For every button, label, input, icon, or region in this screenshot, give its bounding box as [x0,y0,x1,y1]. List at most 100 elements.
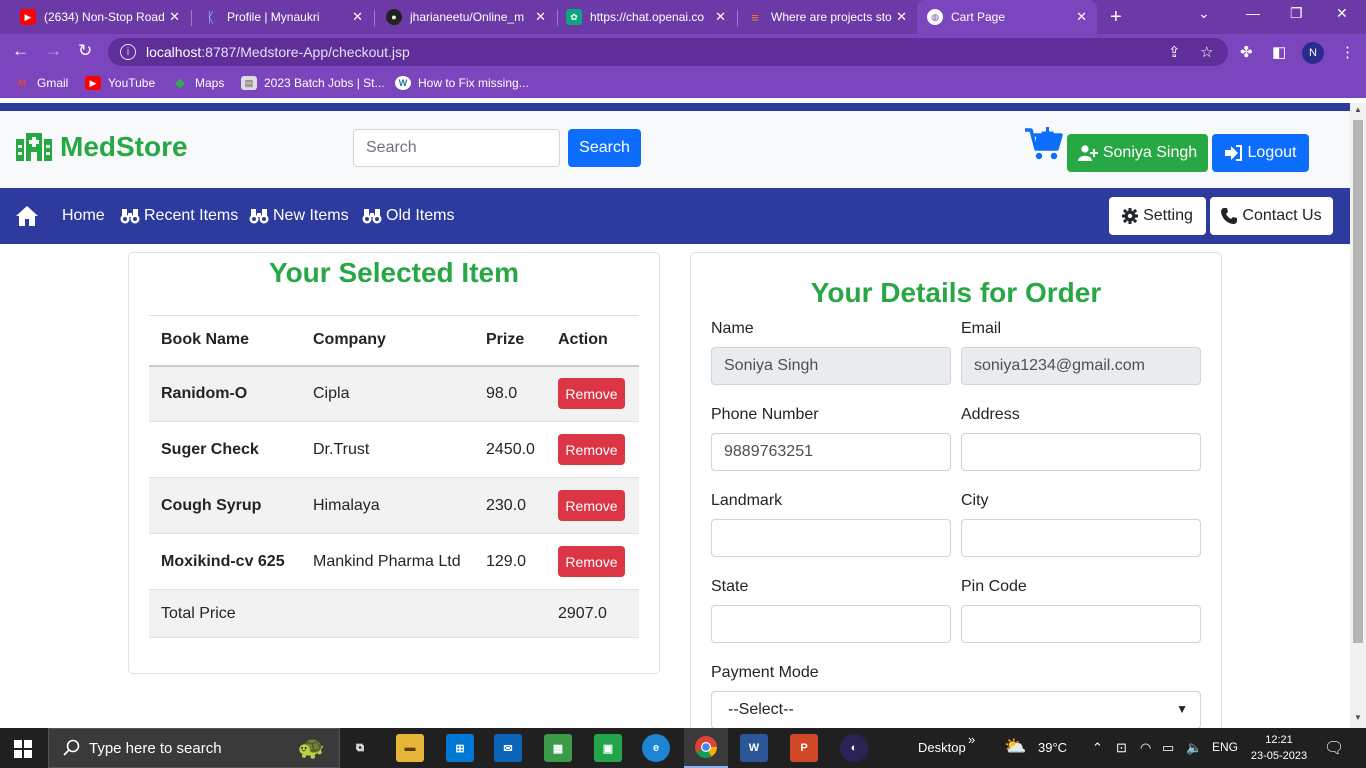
reload-icon[interactable]: ↻ [78,41,92,61]
home-icon[interactable] [15,205,39,232]
email-field[interactable]: soniya1234@gmail.com [961,347,1201,385]
hospital-icon [16,133,52,161]
url-host: localhost [146,44,202,60]
desktop-toolbar-label[interactable]: Desktop [918,740,966,755]
binoculars-icon [249,208,269,224]
bookmark-gmail[interactable]: M Gmail [14,76,68,90]
nav-old-label: Old Items [386,207,455,224]
phone-field[interactable]: 9889763251 [711,433,951,471]
setting-button[interactable]: Setting [1109,197,1206,235]
window-close-icon[interactable]: ✕ [1336,5,1348,22]
user-profile-button[interactable]: Soniya Singh [1067,134,1208,172]
toolbar-expand-icon[interactable]: » [968,732,975,747]
page-scrollbar[interactable]: ▲ ▼ [1350,103,1366,728]
nav-new-items[interactable]: New Items [249,207,349,225]
back-arrow-icon[interactable]: ← [12,41,29,61]
address-field[interactable] [961,433,1201,471]
close-icon[interactable]: ✕ [896,9,907,25]
remove-button[interactable]: Remove [558,546,625,577]
nav-recent-items[interactable]: Recent Items [120,207,238,225]
minimize-icon[interactable]: — [1246,5,1260,21]
chrome-icon[interactable] [684,728,728,768]
tab-search-chevron-icon[interactable]: ⌄ [1198,5,1210,22]
sheets-app-icon[interactable]: ▦ [544,734,572,762]
extensions-icon[interactable]: ✤ [1240,43,1253,61]
bookmark-how-to-fix[interactable]: W How to Fix missing... [395,76,529,90]
tray-chevron-up-icon[interactable]: ⌃ [1092,740,1103,756]
photos-app-icon[interactable]: ▣ [594,734,622,762]
restore-icon[interactable]: ❐ [1290,5,1303,22]
profile-avatar[interactable]: N [1302,42,1324,64]
browser-tab-youtube[interactable]: ▶ (2634) Non-Stop Road ✕ [10,0,190,34]
word-icon[interactable]: W [740,734,768,762]
system-clock[interactable]: 12:21 23-05-2023 [1250,732,1308,764]
bookmark-star-icon[interactable]: ☆ [1200,43,1213,61]
close-icon[interactable]: ✕ [169,9,180,25]
landmark-field[interactable] [711,519,951,557]
search-button[interactable]: Search [568,129,641,167]
close-icon[interactable]: ✕ [1076,9,1087,25]
browser-tab-stackoverflow[interactable]: ≡ Where are projects sto ✕ [737,0,917,34]
weather-temperature[interactable]: 39°C [1038,740,1067,755]
tab-title: Profile | Mynaukri [227,10,320,24]
windows-start-icon[interactable] [14,740,32,763]
new-tab-icon[interactable]: + [1110,6,1122,29]
remove-button[interactable]: Remove [558,378,625,410]
scrollbar-thumb[interactable] [1353,120,1363,643]
browser-tab-cart-page[interactable]: ◍ Cart Page ✕ [917,0,1097,34]
logout-button[interactable]: Logout [1212,134,1309,172]
brand-logo[interactable]: MedStore [16,131,188,163]
powerpoint-icon[interactable]: P [790,734,818,762]
payment-mode-select[interactable]: --Select-- ▼ [711,691,1201,728]
eclipse-icon[interactable]: ◐ [840,734,868,762]
microsoft-store-icon[interactable]: ⊞ [446,734,474,762]
browser-tab-naukri[interactable]: ᛕ Profile | Mynaukri ✕ [193,0,373,34]
table-row: Suger Check Dr.Trust 2450.0 Remove [149,421,639,478]
forward-arrow-icon[interactable]: → [45,41,62,61]
site-header: MedStore Search Search Soniya Singh Logo… [0,111,1350,188]
side-panel-icon[interactable]: ◧ [1272,43,1286,61]
nav-old-items[interactable]: Old Items [362,207,454,225]
close-icon[interactable]: ✕ [352,9,363,25]
notifications-icon[interactable]: 🗨 [1324,738,1344,758]
taskbar-search-input[interactable]: Type here to search 🐢 [48,728,340,768]
task-view-icon[interactable]: ⧉ [346,734,374,762]
browser-tab-openai[interactable]: ✿ https://chat.openai.co ✕ [556,0,736,34]
scroll-down-icon[interactable]: ▼ [1354,713,1362,722]
close-icon[interactable]: ✕ [715,9,726,25]
tab-title: (2634) Non-Stop Road [44,10,165,24]
wifi-icon[interactable]: ◠ [1140,740,1151,756]
name-value: Soniya Singh [724,357,819,374]
nav-home-link[interactable]: Home [62,207,105,225]
remove-button[interactable]: Remove [558,434,625,465]
name-field[interactable]: Soniya Singh [711,347,951,385]
remove-button[interactable]: Remove [558,490,625,521]
contact-us-button[interactable]: Contact Us [1210,197,1333,235]
search-input[interactable]: Search [353,129,560,167]
scroll-up-icon[interactable]: ▲ [1354,105,1362,114]
url-field[interactable]: i localhost:8787/Medstore-App/checkout.j… [108,38,1228,66]
edge-icon[interactable]: e [642,734,670,762]
bookmark-maps[interactable]: ◆ Maps [172,75,224,90]
battery-icon[interactable]: ▭ [1162,740,1174,756]
file-explorer-icon[interactable]: ▬ [396,734,424,762]
bookmark-youtube[interactable]: ▶ YouTube [85,76,155,90]
volume-icon[interactable]: 🔈 [1186,740,1202,756]
bookmark-batch-jobs[interactable]: ▤ 2023 Batch Jobs | St... [241,76,385,90]
browser-menu-icon[interactable]: ⋮ [1340,43,1355,61]
selected-items-card: Your Selected Item Book Name Company Pri… [128,252,660,674]
cart-button[interactable] [1024,127,1064,166]
meet-now-icon[interactable]: ⊡ [1116,740,1127,756]
state-field[interactable] [711,605,951,643]
item-company: Mankind Pharma Ltd [301,533,474,590]
city-field[interactable] [961,519,1201,557]
language-indicator[interactable]: ENG [1212,740,1238,754]
close-icon[interactable]: ✕ [535,9,546,25]
mail-icon[interactable]: ✉ [494,734,522,762]
search-placeholder: Search [366,139,417,156]
browser-tab-strip: ▶ (2634) Non-Stop Road ✕ ᛕ Profile | Myn… [0,0,1366,34]
browser-tab-github[interactable]: ● jharianeetu/Online_m ✕ [376,0,556,34]
pincode-field[interactable] [961,605,1201,643]
site-info-icon[interactable]: i [120,44,136,60]
share-icon[interactable]: ⇪ [1168,43,1181,61]
